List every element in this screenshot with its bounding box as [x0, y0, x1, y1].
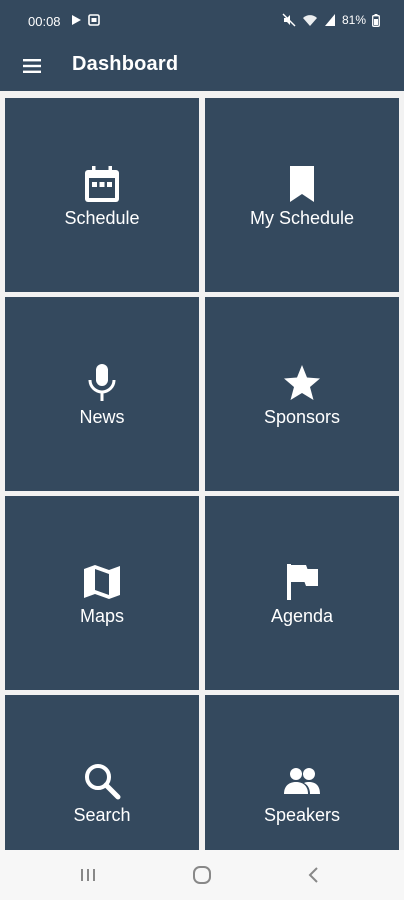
signal-icon: [324, 14, 335, 26]
recent-apps-icon: [81, 869, 95, 881]
notification-box-icon: [88, 14, 100, 26]
hamburger-menu-icon: [23, 59, 41, 73]
tile-agenda[interactable]: Agenda: [205, 496, 399, 690]
wifi-icon: [302, 15, 317, 26]
back-button[interactable]: [302, 863, 326, 887]
status-system-icons: 81%: [282, 12, 380, 28]
dashboard-grid: Schedule My Schedule News Sponsors Maps: [0, 91, 404, 850]
page-title: Dashboard: [72, 53, 179, 75]
home-button[interactable]: [190, 863, 214, 887]
tile-label: News: [79, 407, 125, 427]
tile-label: Agenda: [270, 606, 334, 626]
tile-sponsors[interactable]: Sponsors: [205, 297, 399, 491]
flag-icon: [287, 564, 318, 600]
status-bar: 00:08 81%: [0, 0, 404, 40]
app-bar: Dashboard: [0, 40, 404, 91]
tile-label: My Schedule: [249, 208, 355, 228]
battery-icon: [372, 13, 380, 27]
recent-apps-button[interactable]: [76, 863, 100, 887]
tile-label: Maps: [79, 606, 124, 626]
status-time: 00:08: [28, 14, 61, 29]
home-icon: [193, 866, 211, 884]
tile-maps[interactable]: Maps: [5, 496, 199, 690]
tile-speakers[interactable]: Speakers: [205, 695, 399, 850]
people-icon: [284, 768, 320, 794]
battery-percentage: 81%: [341, 13, 366, 27]
system-navigation-bar: [0, 850, 404, 900]
play-icon: [72, 15, 81, 25]
bookmark-icon: [290, 166, 314, 202]
search-icon: [85, 764, 121, 800]
tile-search[interactable]: Search: [5, 695, 199, 850]
tile-label: Search: [73, 805, 131, 825]
tile-label: Speakers: [263, 805, 341, 825]
calendar-icon: [85, 166, 119, 202]
back-icon: [308, 867, 318, 883]
microphone-icon: [88, 364, 116, 401]
tile-schedule[interactable]: Schedule: [5, 98, 199, 292]
tile-label: Schedule: [64, 208, 140, 228]
tile-my-schedule[interactable]: My Schedule: [205, 98, 399, 292]
tile-news[interactable]: News: [5, 297, 199, 491]
status-notification-icons: [70, 12, 100, 28]
menu-button[interactable]: [20, 54, 44, 78]
map-icon: [84, 565, 120, 599]
star-icon: [284, 365, 320, 400]
mute-icon: [282, 13, 296, 27]
tile-label: Sponsors: [263, 407, 341, 427]
